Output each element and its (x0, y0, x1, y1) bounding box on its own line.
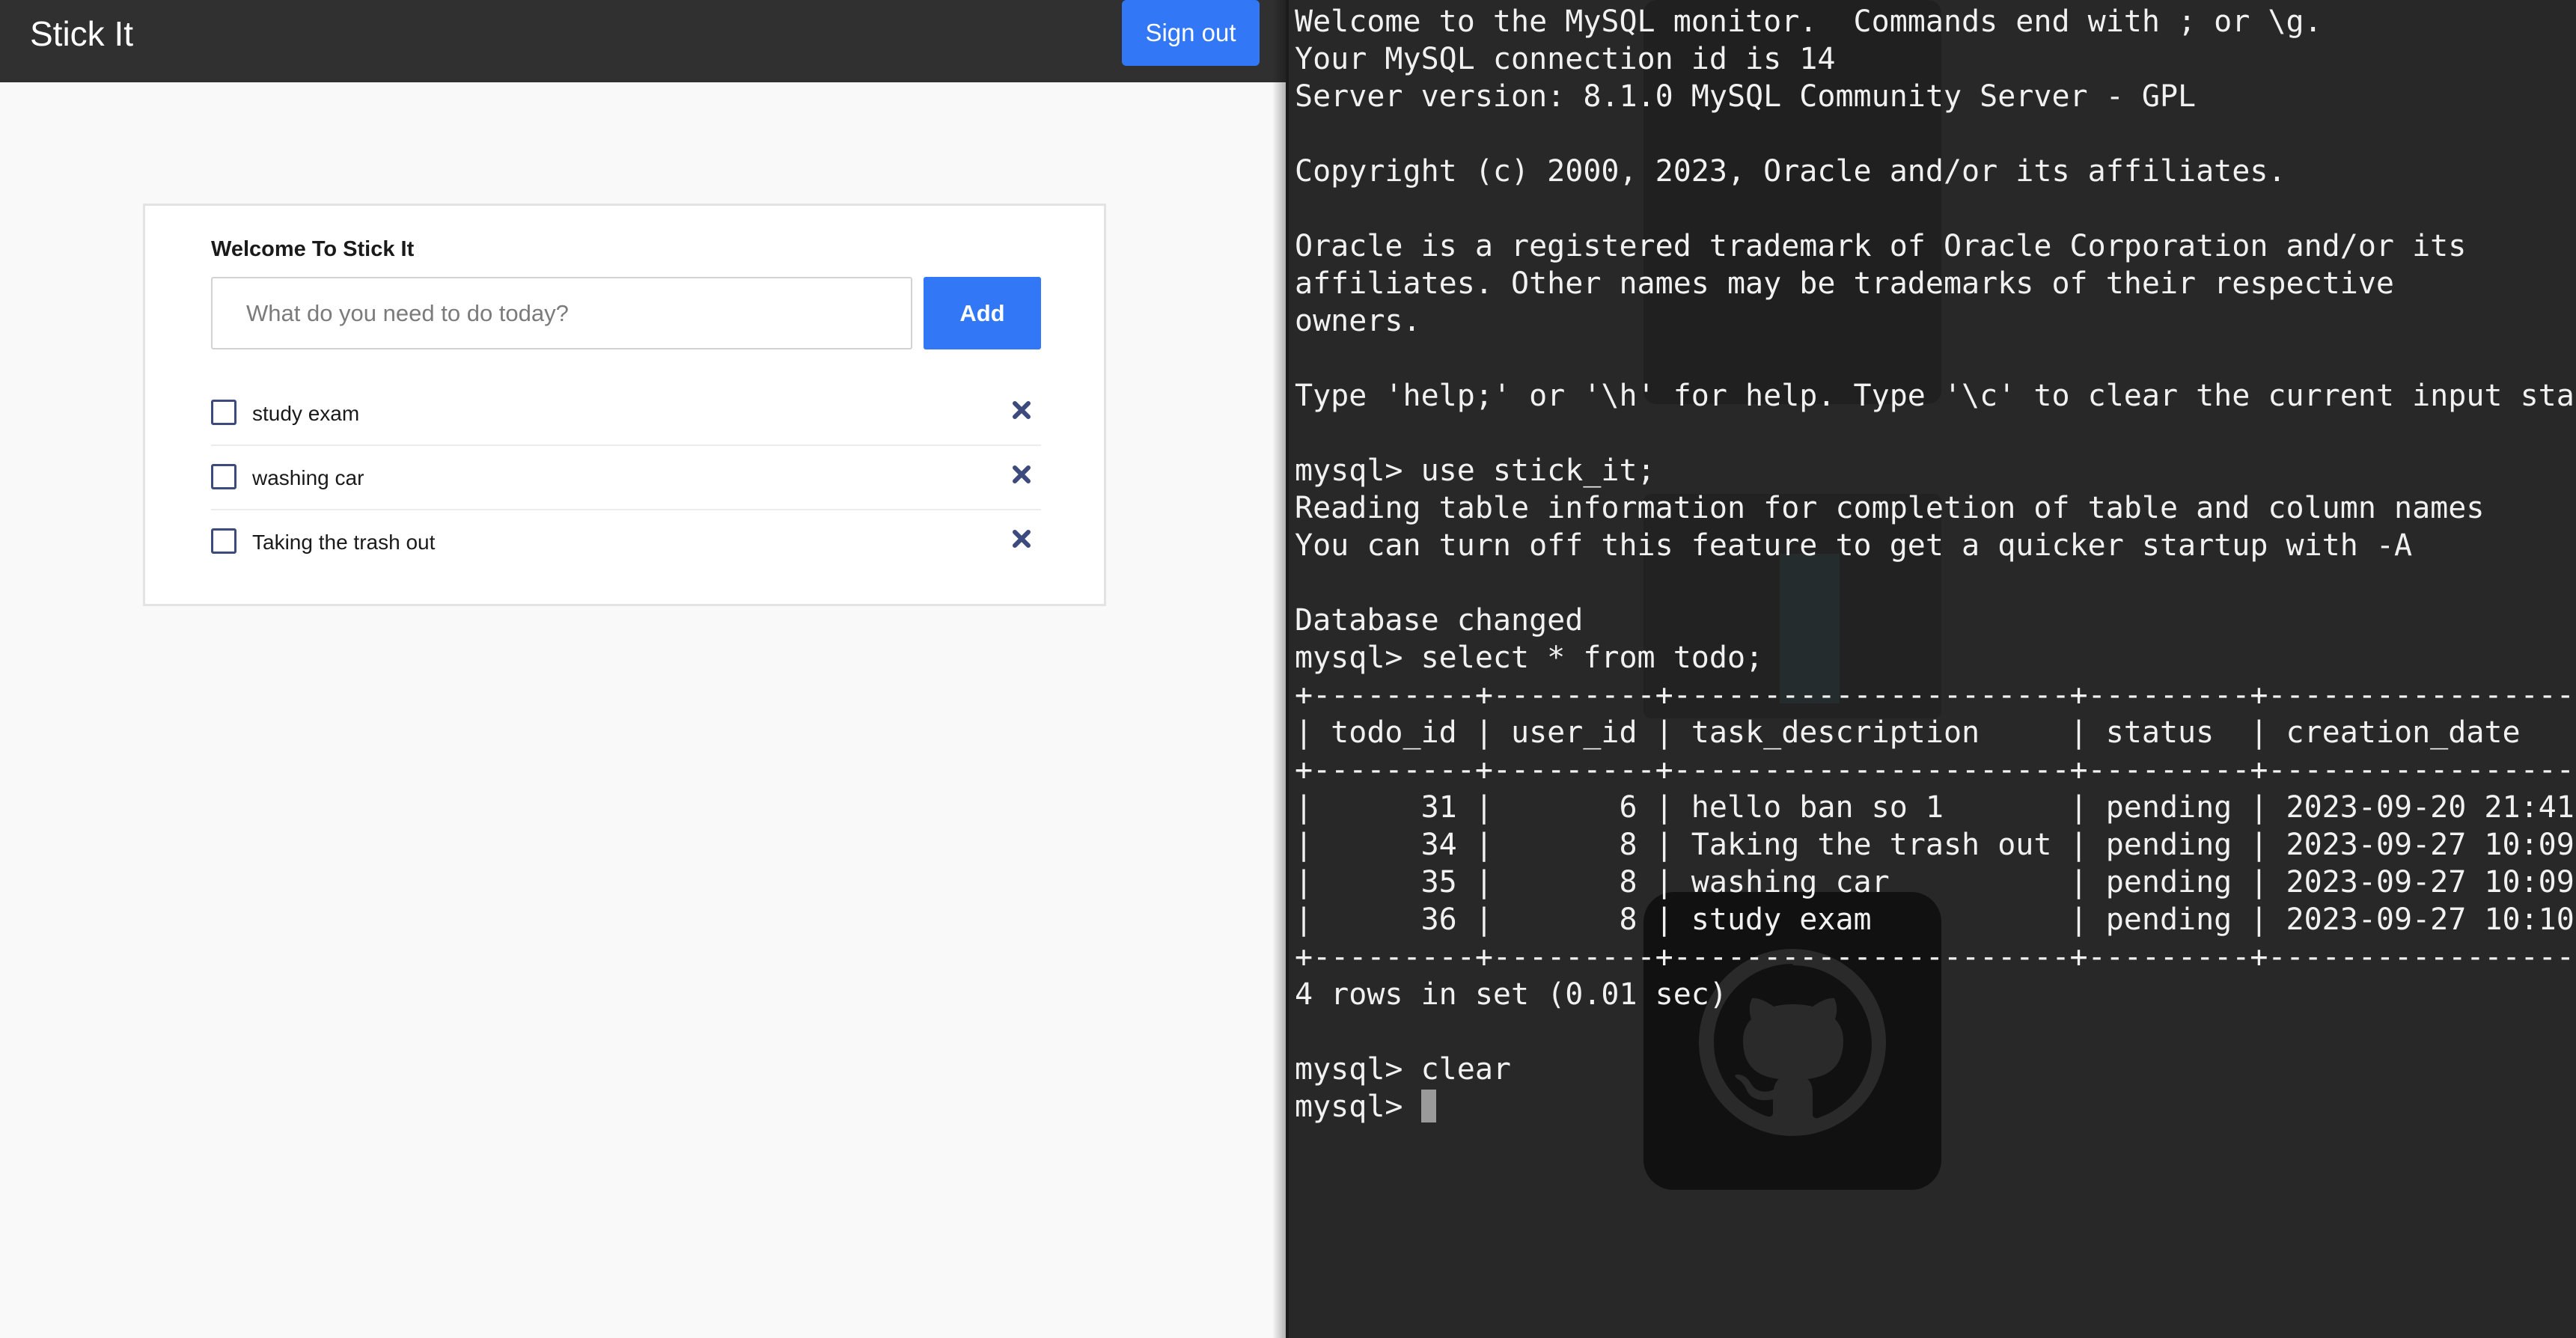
todo-item: washing car (211, 446, 1041, 510)
stick-it-app: Stick It Sign out Welcome To Stick It Ad… (0, 0, 1286, 1338)
terminal-line: Server version: 8.1.0 MySQL Community Se… (1295, 79, 2197, 114)
terminal-line: owners. (1295, 304, 1421, 338)
sign-out-button[interactable]: Sign out (1122, 0, 1260, 66)
brand-title[interactable]: Stick It (30, 15, 133, 52)
terminal-line: affiliates. Other names may be trademark… (1295, 266, 2395, 301)
terminal-line: Database changed (1295, 603, 1584, 638)
terminal-line: | 31 | 6 | hello ban so 1 | pending | 20… (1295, 790, 2576, 825)
todo-checkbox[interactable] (211, 528, 236, 554)
terminal-output: Welcome to the MySQL monitor. Commands e… (1295, 3, 2576, 1125)
terminal-line: Type 'help;' or '\h' for help. Type '\c'… (1295, 379, 2576, 413)
terminal-line: | 34 | 8 | Taking the trash out | pendin… (1295, 828, 2576, 862)
new-task-input[interactable] (211, 277, 912, 349)
todo-item: Taking the trash out (211, 510, 1041, 575)
terminal-line: mysql> select * from todo; (1295, 641, 1764, 675)
mysql-terminal[interactable]: Welcome to the MySQL monitor. Commands e… (1286, 0, 2576, 1338)
terminal-cursor (1420, 1090, 1436, 1122)
todo-item: study exam (211, 382, 1041, 446)
terminal-prompt: mysql> (1295, 1090, 1421, 1124)
terminal-line: Reading table information for completion… (1295, 491, 2485, 525)
terminal-line: +---------+---------+-------------------… (1295, 940, 2576, 974)
todo-text: washing car (252, 466, 364, 489)
terminal-line: | todo_id | user_id | task_description |… (1295, 715, 2576, 750)
todo-card: Welcome To Stick It Add study exam washi… (143, 204, 1106, 606)
close-x-icon[interactable] (1010, 527, 1034, 551)
todo-text: study exam (252, 402, 360, 425)
terminal-line: | 35 | 8 | washing car | pending | 2023-… (1295, 865, 2576, 899)
todo-list: study exam washing car Taking the trash … (211, 382, 1041, 575)
terminal-line: | 36 | 8 | study exam | pending | 2023-0… (1295, 902, 2576, 937)
todo-checkbox[interactable] (211, 400, 236, 425)
close-x-icon[interactable] (1010, 462, 1034, 486)
terminal-line: 4 rows in set (0.01 sec) (1295, 977, 1727, 1012)
terminal-line: +---------+---------+-------------------… (1295, 753, 2576, 787)
terminal-line: mysql> clear (1295, 1052, 1511, 1087)
terminal-line: Oracle is a registered trademark of Orac… (1295, 229, 2467, 263)
terminal-prompt-line[interactable]: mysql> (1295, 1088, 2576, 1125)
terminal-line: Copyright (c) 2000, 2023, Oracle and/or … (1295, 154, 2286, 189)
terminal-line: Welcome to the MySQL monitor. Commands e… (1295, 4, 2322, 39)
terminal-line: You can turn off this feature to get a q… (1295, 528, 2413, 563)
terminal-line: +---------+---------+-------------------… (1295, 678, 2576, 712)
add-button[interactable]: Add (924, 277, 1041, 349)
todo-checkbox[interactable] (211, 464, 236, 489)
terminal-line: Your MySQL connection id is 14 (1295, 42, 1836, 76)
close-x-icon[interactable] (1010, 398, 1034, 422)
window-divider-shadow (1272, 0, 1289, 1338)
navbar: Stick It Sign out (0, 0, 1286, 82)
terminal-line: mysql> use stick_it; (1295, 453, 1655, 488)
welcome-heading: Welcome To Stick It (211, 237, 415, 261)
todo-text: Taking the trash out (252, 531, 436, 554)
